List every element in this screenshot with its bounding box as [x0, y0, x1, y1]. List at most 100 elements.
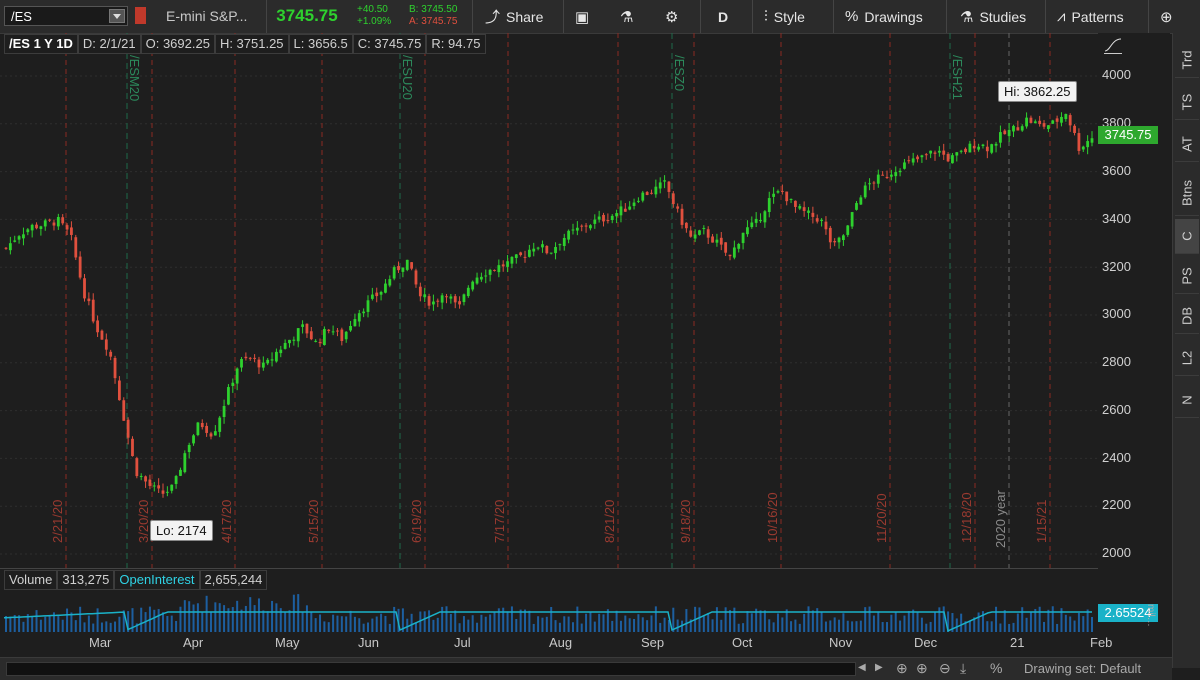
volume-bar — [585, 613, 588, 632]
symbol-input[interactable]: /ES — [4, 6, 128, 26]
candle-body — [724, 242, 728, 253]
candle-body — [650, 192, 653, 194]
price-chart[interactable]: 2/21/20 3/20/20 4/17/20 5/15/20 6/19/20 7/17/… — [0, 33, 1098, 568]
scroll-right-icon[interactable]: ▶ — [875, 662, 883, 673]
patterns-button[interactable]: ⩘ Patterns — [1057, 0, 1124, 33]
candle-body — [1016, 127, 1020, 131]
candle-body — [746, 227, 749, 235]
candle-body — [828, 227, 832, 243]
alert-button[interactable]: ▣ — [575, 0, 595, 33]
volume-bar — [807, 606, 810, 632]
candle-body — [680, 208, 684, 225]
tab-news[interactable]: N — [1175, 383, 1199, 418]
volume-chart — [3, 594, 1093, 632]
volume-bar — [1082, 616, 1085, 632]
studies-button[interactable]: ⚗ Studies — [960, 0, 1026, 33]
candle-body — [684, 222, 688, 229]
volume-bar — [781, 617, 784, 632]
volume-bar — [541, 617, 544, 632]
symbol-dropdown-button[interactable] — [109, 9, 125, 23]
price-label: 2200 — [1102, 497, 1131, 512]
more-button[interactable]: ⊕ — [1160, 0, 1179, 33]
tab-trade[interactable]: Trd — [1175, 43, 1199, 78]
volume-bar — [707, 613, 710, 632]
tab-buttons[interactable]: Btns — [1175, 171, 1199, 216]
side-panel-tabs: Trd TS AT Btns C PS DB L2 N — [1172, 33, 1200, 668]
settings-button[interactable]: ⚙ — [665, 0, 684, 33]
volume-bar — [772, 622, 775, 632]
price-label: 3600 — [1102, 163, 1131, 178]
candle-body — [545, 245, 549, 254]
candle-body — [637, 200, 640, 202]
volume-label[interactable]: Volume — [4, 570, 58, 590]
drawings-label: Drawings — [864, 8, 923, 25]
top-toolbar: /ES E-mini S&P... 3745.75 +40.50 +1.09% … — [0, 0, 1200, 34]
candle-body — [1077, 133, 1081, 151]
tab-time-sales[interactable]: TS — [1175, 85, 1199, 120]
zoom-icon[interactable]: ⊖ — [939, 660, 951, 677]
candle-body — [213, 431, 217, 436]
volume-bar — [179, 606, 182, 632]
candle-body — [719, 237, 723, 245]
scroll-left-icon[interactable]: ◀ — [858, 662, 866, 673]
volume-bar — [1029, 611, 1032, 632]
candle-body — [937, 150, 941, 153]
cursor-icon[interactable]: ⤓ — [960, 660, 966, 677]
tab-chart[interactable]: C — [1175, 219, 1199, 254]
candlestick-icon: ⫶ — [764, 8, 768, 25]
candle-body — [994, 143, 998, 146]
drawing-set-label[interactable]: Drawing set: Default — [1024, 661, 1141, 676]
volume-bar — [105, 621, 108, 632]
volume-bar — [196, 603, 199, 632]
volume-bar — [332, 614, 335, 632]
tab-level2[interactable]: L2 — [1175, 341, 1199, 376]
tab-db[interactable]: DB — [1175, 299, 1199, 334]
volume-bar — [960, 613, 963, 632]
candle-body — [344, 331, 348, 340]
pan-icon[interactable]: ⊕ — [896, 660, 908, 677]
tab-ps[interactable]: PS — [1175, 259, 1199, 294]
candle-body — [48, 219, 52, 221]
candle-body — [152, 485, 156, 487]
aggregation-button[interactable]: D — [718, 0, 728, 33]
tab-active-trader[interactable]: AT — [1175, 127, 1199, 162]
link-flag-icon[interactable] — [135, 7, 146, 24]
date-marker-label: 9/18/20 — [678, 500, 693, 543]
volume-bar — [345, 616, 348, 632]
volume-bar — [327, 622, 330, 632]
volume-bar — [48, 615, 51, 632]
candle-body — [964, 148, 967, 153]
volume-bar — [349, 610, 352, 632]
flask-button[interactable]: ⚗ — [620, 0, 639, 33]
symbol-period[interactable]: /ES 1 Y 1D — [4, 34, 78, 54]
open-interest-label[interactable]: OpenInterest — [114, 570, 200, 590]
change-block: +40.50 +1.09% — [357, 4, 391, 28]
volume-bar — [768, 619, 771, 632]
candle-body — [1068, 115, 1072, 126]
volume-bar — [899, 620, 902, 632]
percent-icon[interactable]: % — [990, 660, 1002, 676]
low-annotation: Lo: 2174 — [150, 520, 213, 541]
volume-bar — [798, 623, 801, 632]
candle-body — [83, 278, 86, 299]
volume-bar — [223, 605, 226, 632]
volume-bar — [1021, 607, 1024, 632]
style-button[interactable]: ⫶ Style — [764, 0, 805, 33]
share-button[interactable]: ⤴ Share — [485, 0, 543, 33]
candle-body — [567, 230, 571, 240]
price-axis[interactable]: 4000 3800 3600 3400 3200 3000 2800 2600 … — [1098, 33, 1170, 568]
volume-bar — [22, 621, 25, 632]
candle-body — [702, 227, 706, 229]
horizontal-scrollbar[interactable] — [6, 662, 856, 676]
candle-body — [780, 190, 784, 192]
drawings-button[interactable]: % Drawings — [845, 0, 923, 33]
axis-scale-icon[interactable] — [1104, 37, 1122, 54]
candle-body — [776, 191, 780, 193]
crosshair-icon[interactable]: ⊕ — [916, 660, 928, 677]
candle-body — [174, 476, 178, 484]
candle-body — [881, 174, 885, 176]
volume-bar — [428, 610, 431, 632]
volume-bar — [633, 618, 636, 632]
volume-bar — [1047, 609, 1050, 632]
volume-bar — [484, 616, 487, 632]
